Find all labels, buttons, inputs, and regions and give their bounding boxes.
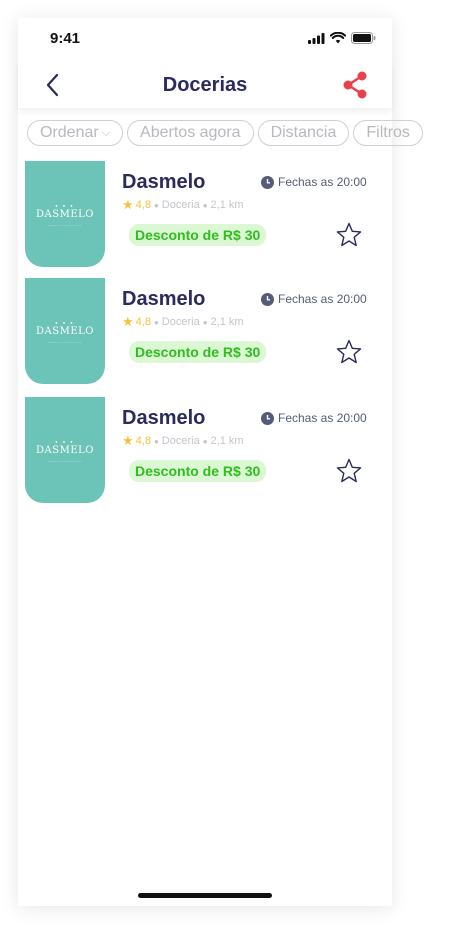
filter-bar: Ordenar ⌵ Abertos agora Distancia Filtro… [27, 120, 423, 148]
store-hours-text: Fechas as 20:00 [278, 411, 367, 425]
store-logo: ● ● ● DASMELO ─────────── [25, 161, 105, 267]
store-meta: ★ 4,8 ● Doceria ● 2,1 km [122, 197, 244, 212]
chevron-down-icon: ⌵ [101, 126, 111, 139]
store-category: Doceria [161, 316, 200, 328]
store-meta: ★ 4,8 ● Doceria ● 2,1 km [122, 433, 244, 448]
store-rating: 4,8 [135, 435, 151, 447]
discount-badge: Desconto de R$ 30 [129, 224, 267, 246]
favorite-button[interactable] [335, 221, 363, 249]
filter-chip-label: Ordenar [40, 124, 99, 141]
store-category: Doceria [161, 199, 200, 211]
star-filled-icon: ★ [122, 433, 134, 448]
store-meta: ★ 4,8 ● Doceria ● 2,1 km [122, 314, 244, 329]
star-outline-icon [336, 458, 362, 483]
store-rating: 4,8 [135, 199, 151, 211]
store-hours: Fechas as 20:00 [261, 292, 367, 306]
filter-chip-filtros[interactable]: Filtros [353, 120, 423, 146]
filter-chip-label: Distancia [270, 124, 337, 141]
store-name: Dasmelo [122, 407, 206, 429]
store-hours: Fechas as 20:00 [261, 175, 367, 189]
star-outline-icon [336, 339, 362, 364]
store-hours: Fechas as 20:00 [261, 411, 367, 425]
share-icon [343, 71, 367, 99]
status-time: 9:41 [50, 30, 81, 47]
clock-icon [261, 175, 274, 189]
clock-icon [261, 292, 274, 306]
store-hours-text: Fechas as 20:00 [278, 292, 367, 306]
filter-chip-label: Filtros [366, 124, 410, 141]
signal-icon [308, 32, 325, 44]
store-distance: 2,1 km [210, 316, 244, 328]
store-category: Doceria [161, 435, 200, 447]
store-logo-text: DASMELO [36, 326, 94, 337]
store-logo-text: DASMELO [36, 209, 94, 220]
discount-badge: Desconto de R$ 30 [129, 341, 267, 363]
home-indicator[interactable] [138, 893, 272, 898]
store-card[interactable]: ● ● ● DASMELO ─────────── Dasmelo Fechas… [25, 161, 375, 267]
filter-chip-distancia[interactable]: Distancia [257, 120, 350, 146]
store-logo: ● ● ● DASMELO ─────────── [25, 278, 105, 384]
status-bar: 9:41 [18, 18, 392, 62]
filter-chip-ordenar[interactable]: Ordenar ⌵ [27, 120, 124, 146]
star-filled-icon: ★ [122, 197, 134, 212]
discount-badge: Desconto de R$ 30 [129, 460, 267, 482]
status-icons [308, 32, 376, 44]
clock-icon [261, 411, 274, 425]
share-button[interactable] [340, 70, 370, 100]
store-distance: 2,1 km [210, 435, 244, 447]
store-logo: ● ● ● DASMELO ─────────── [25, 397, 105, 503]
store-card[interactable]: ● ● ● DASMELO ─────────── Dasmelo Fechas… [25, 278, 375, 384]
store-card[interactable]: ● ● ● DASMELO ─────────── Dasmelo Fechas… [25, 397, 375, 503]
store-name: Dasmelo [122, 171, 206, 193]
star-filled-icon: ★ [122, 314, 134, 329]
store-hours-text: Fechas as 20:00 [278, 175, 367, 189]
star-outline-icon [336, 222, 362, 247]
app-header: Docerias [18, 62, 392, 108]
store-name: Dasmelo [122, 288, 206, 310]
store-rating: 4,8 [135, 316, 151, 328]
store-logo-text: DASMELO [36, 445, 94, 456]
filter-chip-label: Abertos agora [140, 124, 241, 141]
favorite-button[interactable] [335, 457, 363, 485]
favorite-button[interactable] [335, 338, 363, 366]
page-title: Docerias [162, 74, 248, 96]
battery-icon [351, 32, 376, 44]
store-distance: 2,1 km [210, 199, 244, 211]
filter-chip-abertos-agora[interactable]: Abertos agora [127, 120, 254, 146]
wifi-icon [330, 32, 346, 44]
